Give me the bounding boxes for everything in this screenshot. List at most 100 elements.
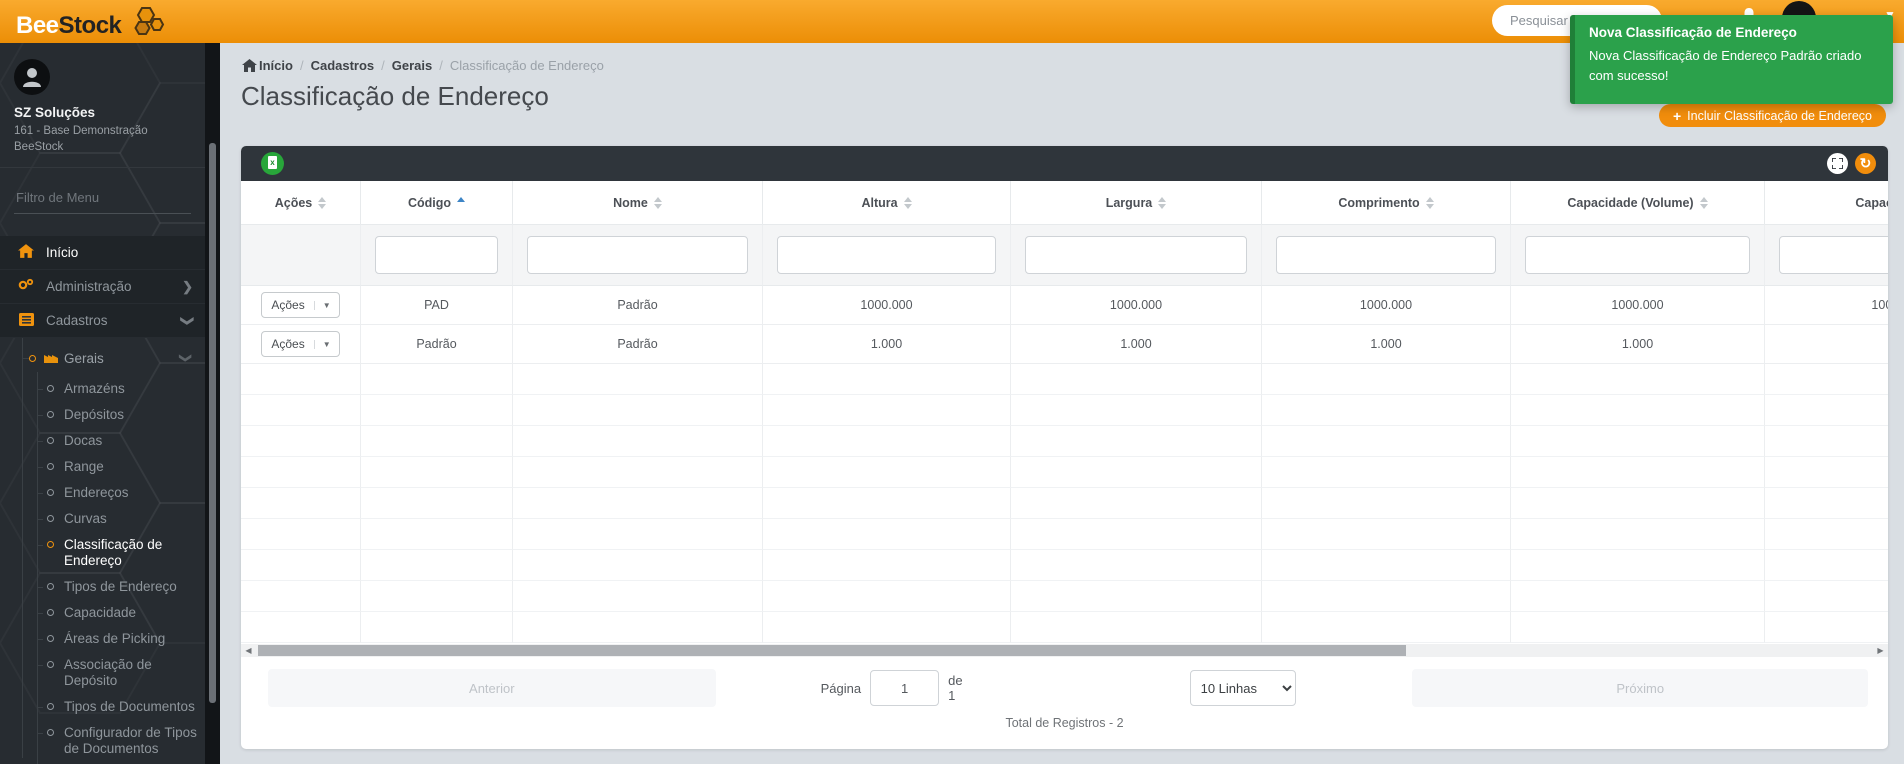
empty-cell (1511, 612, 1765, 643)
table-cell: Padrão (513, 286, 763, 325)
horizontal-scrollbar-thumb[interactable] (258, 645, 1406, 656)
chevron-down-icon: ❯ (178, 353, 193, 364)
empty-cell (1262, 550, 1511, 581)
column-header-label: Capacidade (Volume) (1567, 195, 1694, 210)
sidebar-item-label: Administração (46, 279, 132, 295)
page-number-input[interactable] (870, 670, 940, 706)
empty-cell (241, 612, 361, 643)
page-of-label: de 1 (948, 673, 963, 703)
sidebar-scrollbar-track[interactable] (205, 43, 220, 764)
empty-cell (1011, 364, 1262, 395)
sidebar-scrollbar-thumb[interactable] (209, 143, 216, 703)
sidebar-item-tipos-de-documentos[interactable]: Tipos de Documentos (0, 694, 205, 720)
sidebar-item-configurador-de-tipos-de-documentos[interactable]: Configurador de Tipos de Documentos (0, 720, 205, 762)
main-content: Início / Cadastros / Gerais / Classifica… (220, 43, 1904, 764)
empty-table-row (241, 426, 1888, 457)
add-classification-button[interactable]: + Incluir Classificação de Endereço (1658, 104, 1886, 127)
column-filter-input[interactable] (1779, 236, 1888, 274)
breadcrumb-separator: / (381, 58, 385, 73)
column-filter-input[interactable] (1276, 236, 1496, 274)
column-header-nome[interactable]: Nome (513, 181, 763, 224)
gears-icon (16, 278, 36, 296)
bullet-icon (47, 703, 54, 711)
column-filter-input[interactable] (375, 236, 498, 274)
sidebar-item-curvas[interactable]: Curvas (0, 506, 205, 532)
empty-cell (513, 457, 763, 488)
column-header-altura[interactable]: Altura (763, 181, 1011, 224)
sidebar-group-gerais[interactable]: Gerais ❯ (0, 346, 205, 370)
page-label: Página (820, 680, 862, 696)
empty-cell (513, 550, 763, 581)
empty-cell (361, 612, 513, 643)
table-cell: 1.000 (1262, 325, 1511, 364)
fullscreen-icon[interactable] (1827, 153, 1848, 174)
sidebar-item-range[interactable]: Range (0, 454, 205, 480)
bullet-icon (47, 609, 54, 617)
success-toast[interactable]: Nova Classificação de Endereço Nova Clas… (1570, 15, 1893, 104)
breadcrumb-link[interactable]: Gerais (392, 58, 432, 73)
empty-cell (361, 395, 513, 426)
breadcrumb-separator: / (299, 58, 304, 73)
empty-cell (1511, 488, 1765, 519)
filter-cell (1765, 224, 1888, 286)
row-actions-button[interactable]: Ações ▼ (261, 331, 340, 357)
column-header-capacidade[interactable]: Capacidade (1765, 181, 1888, 224)
sidebar-item-depositos[interactable]: Depósitos (0, 402, 205, 428)
sidebar-item-administracao[interactable]: Administração ❯ (0, 270, 205, 305)
caret-down-icon: ▼ (313, 300, 339, 310)
empty-cell (1262, 395, 1511, 426)
breadcrumb-home-link[interactable]: Início (242, 58, 293, 73)
column-header-codigo[interactable]: Código (361, 181, 513, 224)
column-header-largura[interactable]: Largura (1011, 181, 1262, 224)
sidebar-item-docas[interactable]: Docas (0, 428, 205, 454)
empty-cell (1262, 364, 1511, 395)
sidebar-item-inicio[interactable]: Início (0, 236, 205, 271)
sidebar-group-label: Gerais (64, 350, 104, 366)
next-page-button[interactable]: Próximo (1412, 669, 1868, 707)
empty-cell (1511, 581, 1765, 612)
sidebar-item-armazens[interactable]: Armazéns (0, 376, 205, 402)
page-size-select[interactable]: 10 Linhas (1189, 670, 1297, 706)
sidebar-item-cadastros[interactable]: Cadastros ❯ (0, 304, 205, 339)
column-filter-input[interactable] (527, 236, 748, 274)
empty-cell (1765, 519, 1888, 550)
plus-icon: + (1672, 107, 1682, 124)
horizontal-scrollbar[interactable]: ◀ ▶ (241, 644, 1888, 657)
column-header-acoes[interactable]: Ações (241, 181, 361, 224)
row-actions-button[interactable]: Ações ▼ (261, 292, 340, 318)
empty-cell (763, 364, 1011, 395)
refresh-icon[interactable]: ↻ (1855, 153, 1876, 174)
column-filter-input[interactable] (1525, 236, 1750, 274)
menu-filter-input[interactable] (14, 186, 191, 215)
table-cell: 1.000 (1511, 325, 1765, 364)
scroll-left-arrow-icon[interactable]: ◀ (241, 644, 256, 657)
sidebar-item-label: Endereços (64, 485, 129, 501)
breadcrumb-link[interactable]: Cadastros (311, 58, 375, 73)
sidebar-item-capacidade[interactable]: Capacidade (0, 600, 205, 626)
table-cell: PAD (361, 286, 513, 325)
previous-page-button[interactable]: Anterior (268, 669, 716, 707)
column-filter-input[interactable] (777, 236, 996, 274)
excel-export-icon[interactable]: x (261, 152, 284, 175)
sidebar-item-associacao-de-deposito[interactable]: Associação de Depósito (0, 652, 205, 694)
tree-stub (37, 613, 43, 615)
empty-cell (241, 364, 361, 395)
empty-table-row (241, 550, 1888, 581)
sidebar-item-areas-de-picking[interactable]: Áreas de Picking (0, 626, 205, 652)
sidebar-item-enderecos[interactable]: Endereços (0, 480, 205, 506)
empty-cell (1262, 457, 1511, 488)
sidebar-item-label: Cadastros (46, 313, 108, 329)
caret-down-icon: ▼ (313, 339, 339, 349)
column-header-label: Comprimento (1338, 195, 1420, 210)
column-header-capacidade-volume-[interactable]: Capacidade (Volume) (1511, 181, 1765, 224)
logo-text-bee: Bee (16, 12, 59, 39)
sort-icon (318, 196, 327, 209)
sidebar-item-tipos-de-endereco[interactable]: Tipos de Endereço (0, 574, 205, 600)
bullet-icon (47, 437, 54, 445)
empty-cell (1011, 519, 1262, 550)
breadcrumb-link[interactable]: Início (259, 58, 293, 73)
sidebar-item-classificacao-de-endereco[interactable]: Classificação de Endereço (0, 532, 205, 574)
scroll-right-arrow-icon[interactable]: ▶ (1873, 644, 1888, 657)
column-filter-input[interactable] (1025, 236, 1247, 274)
column-header-comprimento[interactable]: Comprimento (1262, 181, 1511, 224)
